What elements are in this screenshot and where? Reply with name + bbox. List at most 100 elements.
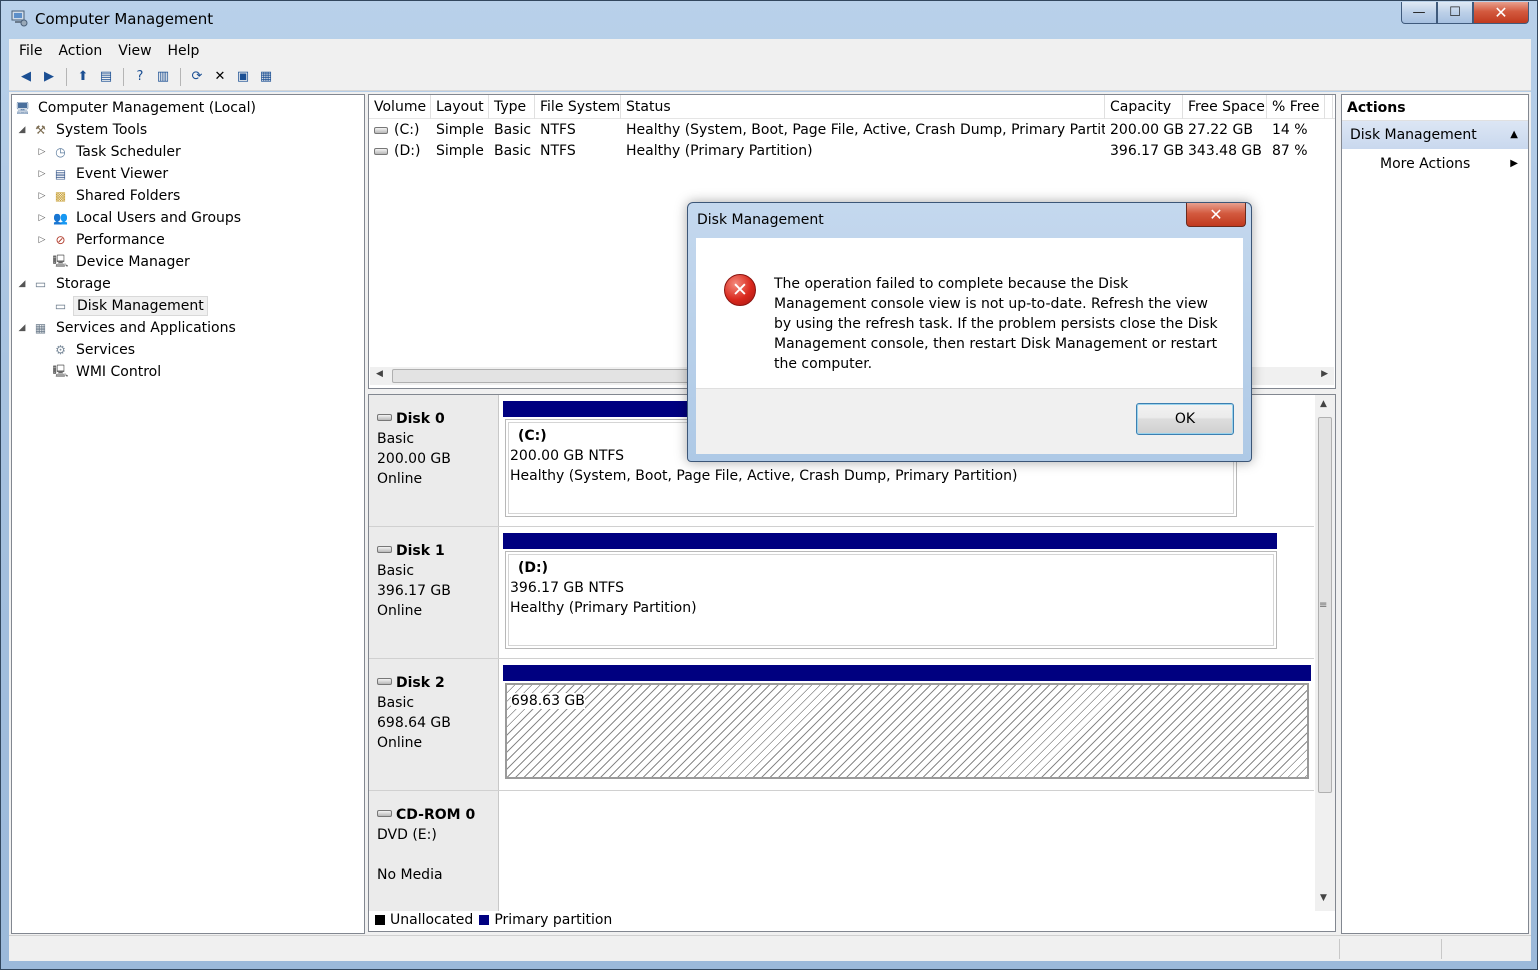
column-header-capacity[interactable]: Capacity: [1105, 95, 1183, 119]
tree-item-label: Device Manager: [76, 254, 190, 270]
free-space-cell: 27.22 GB: [1188, 122, 1253, 138]
tree-item-label: Task Scheduler: [76, 144, 181, 160]
disk-info[interactable]: Disk 0 Basic 200.00 GB Online: [369, 395, 499, 526]
more-actions-label: More Actions: [1380, 156, 1471, 172]
legend-unallocated: Unallocated: [390, 912, 474, 928]
disk-icon: [377, 414, 392, 421]
disk-info[interactable]: Disk 1 Basic 396.17 GB Online: [369, 527, 499, 658]
up-folder-icon[interactable]: ⬆: [72, 67, 94, 87]
shared-folder-icon: ▩: [54, 189, 67, 203]
help-icon[interactable]: ?: [129, 67, 151, 87]
scroll-down-icon[interactable]: ▼: [1320, 893, 1327, 903]
show-hide-action-pane-icon[interactable]: ▥: [152, 67, 174, 87]
tree-item-task-scheduler[interactable]: ▷ ◷ Task Scheduler: [36, 141, 184, 163]
actions-group-disk-management[interactable]: Disk Management ▲: [1342, 121, 1528, 149]
event-viewer-icon: ▤: [54, 167, 67, 181]
tree-item-local-users-groups[interactable]: ▷ 👥 Local Users and Groups: [36, 207, 244, 229]
column-header-status[interactable]: Status: [621, 95, 1105, 119]
legend-swatch-primary: [479, 915, 490, 925]
delete-icon[interactable]: ✕: [209, 67, 231, 87]
computer-management-window: Computer Management — ☐ ✕ File Action Vi…: [0, 0, 1538, 970]
unallocated-size: 698.63 GB: [511, 693, 585, 709]
volume-cell: (D:): [369, 141, 431, 162]
dialog-close-button[interactable]: ✕: [1186, 203, 1246, 227]
scroll-right-icon[interactable]: ▶: [1321, 369, 1328, 379]
collapse-arrow-icon[interactable]: ◢: [16, 125, 28, 135]
show-hide-tree-icon[interactable]: ▤: [95, 67, 117, 87]
table-row[interactable]: (C:) Simple Basic NTFS Healthy (System, …: [369, 120, 1325, 141]
volume-icon: [374, 147, 388, 155]
tree-item-label: Local Users and Groups: [76, 210, 242, 226]
tree-item-services-and-applications[interactable]: ◢ ▦ Services and Applications: [16, 317, 239, 339]
collapse-up-icon[interactable]: ▲: [1510, 121, 1518, 149]
close-button[interactable]: ✕: [1473, 2, 1529, 24]
partition-size: 396.17 GB NTFS: [510, 580, 625, 596]
dialog-body: ✕ The operation failed to complete becau…: [696, 238, 1243, 388]
scroll-left-icon[interactable]: ◀: [376, 369, 383, 379]
collapse-arrow-icon[interactable]: ◢: [16, 279, 28, 289]
capacity-cell: 396.17 GB: [1110, 143, 1183, 159]
column-header-layout[interactable]: Layout: [431, 95, 489, 119]
layout-cell: Simple: [436, 122, 484, 138]
services-icon: ⚙: [55, 343, 66, 357]
tree-item-services[interactable]: ⚙ Services: [36, 339, 138, 361]
expand-arrow-icon[interactable]: ▷: [36, 235, 48, 245]
table-row[interactable]: (D:) Simple Basic NTFS Healthy (Primary …: [369, 141, 1325, 162]
menu-help[interactable]: Help: [168, 43, 200, 59]
scroll-up-icon[interactable]: ▲: [1320, 399, 1327, 409]
disk-info[interactable]: Disk 2 Basic 698.64 GB Online: [369, 659, 499, 790]
column-header-type[interactable]: Type: [489, 95, 535, 119]
tree-item-shared-folders[interactable]: ▷ ▩ Shared Folders: [36, 185, 183, 207]
tree-item-disk-management[interactable]: ▭ Disk Management: [36, 295, 208, 317]
legend-primary: Primary partition: [494, 912, 613, 928]
unallocated-box[interactable]: 698.63 GB: [505, 683, 1309, 779]
ok-button[interactable]: OK: [1136, 403, 1234, 435]
tree-item-system-tools[interactable]: ◢ ⚒ System Tools: [16, 119, 150, 141]
tree-item-label: Services: [76, 342, 136, 358]
disk-row[interactable]: CD-ROM 0 DVD (E:) No Media: [369, 791, 1314, 911]
help-topics-icon[interactable]: ▦: [255, 67, 277, 87]
toolbar-separator: [66, 67, 67, 86]
disk-state: Online: [377, 603, 423, 619]
column-header-free-space[interactable]: Free Space: [1183, 95, 1267, 119]
menu-view[interactable]: View: [118, 43, 151, 59]
forward-icon[interactable]: ▶: [38, 67, 60, 87]
status-bar-divider: [1441, 939, 1442, 959]
expand-arrow-icon[interactable]: ▷: [36, 191, 48, 201]
disk-icon: [377, 546, 392, 553]
menu-file[interactable]: File: [19, 43, 42, 59]
refresh-icon[interactable]: ⟳: [186, 67, 208, 87]
tree-item-computer-management[interactable]: 🖥 Computer Management (Local): [14, 97, 259, 119]
column-header-percent-free[interactable]: % Free: [1267, 95, 1325, 119]
more-actions-item[interactable]: More Actions ▶: [1342, 149, 1528, 179]
tree-item-performance[interactable]: ▷ ⊘ Performance: [36, 229, 168, 251]
clock-icon: ◷: [55, 145, 66, 159]
scrollbar-grip-icon: ≡: [1319, 600, 1328, 611]
expand-arrow-icon[interactable]: ▷: [36, 169, 48, 179]
tree-item-wmi-control[interactable]: 🖳 WMI Control: [36, 361, 164, 383]
expand-arrow-icon[interactable]: ▷: [36, 147, 48, 157]
menu-action[interactable]: Action: [58, 43, 102, 59]
back-icon[interactable]: ◀: [15, 67, 37, 87]
disk-info[interactable]: CD-ROM 0 DVD (E:) No Media: [369, 791, 499, 911]
tree-item-event-viewer[interactable]: ▷ ▤ Event Viewer: [36, 163, 171, 185]
vertical-scrollbar[interactable]: ▲ ≡ ▼: [1315, 395, 1335, 911]
properties-icon[interactable]: ▣: [232, 67, 254, 87]
disk-name: Disk 0: [396, 411, 445, 427]
disk-row[interactable]: Disk 1 Basic 396.17 GB Online (D:) 396.1…: [369, 527, 1314, 659]
minimize-button[interactable]: —: [1401, 2, 1437, 24]
disk-row[interactable]: Disk 2 Basic 698.64 GB Online 698.63 GB: [369, 659, 1314, 791]
expand-arrow-icon[interactable]: ▷: [36, 213, 48, 223]
column-header-volume[interactable]: Volume: [369, 95, 431, 119]
collapse-arrow-icon[interactable]: ◢: [16, 323, 28, 333]
disk-state: Online: [377, 735, 423, 751]
partition-box[interactable]: (D:) 396.17 GB NTFS Healthy (Primary Par…: [505, 551, 1277, 649]
disk-graphical-view: Disk 0 Basic 200.00 GB Online (C:) 200.0…: [368, 394, 1336, 932]
column-header-file-system[interactable]: File System: [535, 95, 621, 119]
maximize-button[interactable]: ☐: [1437, 2, 1473, 24]
legend: Unallocated Primary partition: [373, 911, 612, 929]
tree-item-device-manager[interactable]: 🖳 Device Manager: [36, 251, 193, 273]
tree-item-storage[interactable]: ◢ ▭ Storage: [16, 273, 114, 295]
title-bar[interactable]: Computer Management — ☐ ✕: [1, 1, 1537, 37]
column-header-extra[interactable]: [1325, 95, 1333, 119]
